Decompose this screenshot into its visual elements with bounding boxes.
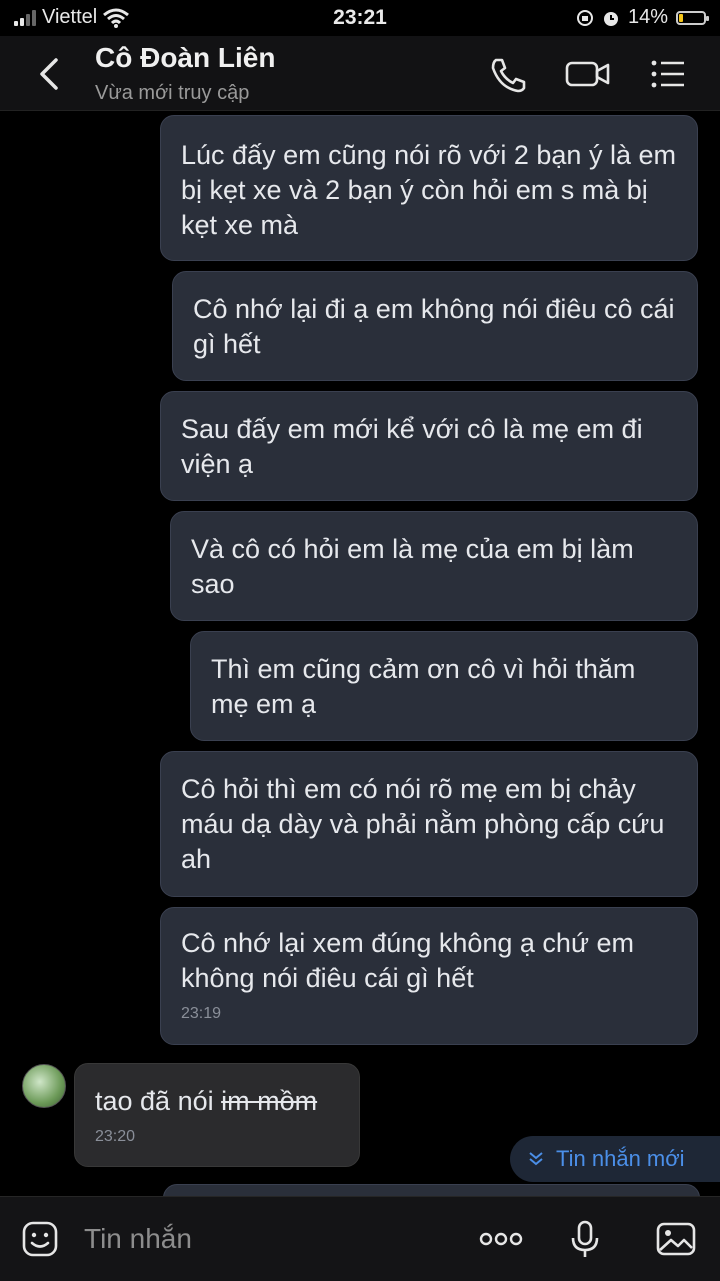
message-text: Sau đấy em mới kể với cô là mẹ em đi việ… xyxy=(181,414,643,479)
more-icon[interactable] xyxy=(478,1219,524,1259)
new-message-label: Tin nhắn mới xyxy=(556,1146,685,1171)
message-input[interactable]: Tin nhắn xyxy=(84,1223,192,1255)
message-bubble[interactable]: Lúc đấy em cũng nói rõ với 2 bạn ý là em… xyxy=(160,115,698,261)
chevron-double-down-icon xyxy=(529,1152,543,1166)
message-text: Thì em cũng cảm ơn cô vì hỏi thăm mẹ em … xyxy=(211,654,636,719)
message-bubble[interactable]: Cô hỏi thì em có nói rõ mẹ em bị chảy má… xyxy=(160,751,698,897)
contact-avatar[interactable] xyxy=(22,1064,66,1108)
contact-status: Vừa mới truy cập xyxy=(95,82,250,104)
message-composer: Tin nhắn xyxy=(0,1196,720,1281)
message-list[interactable]: Lúc đấy em cũng nói rõ với 2 bạn ý là em… xyxy=(0,111,720,1196)
status-right: 14% xyxy=(576,6,709,29)
status-bar: Viettel 23:21 14% xyxy=(0,0,720,36)
phone-icon[interactable] xyxy=(486,54,530,94)
microphone-icon[interactable] xyxy=(565,1219,605,1259)
video-call-icon[interactable] xyxy=(564,54,612,94)
message-bubble[interactable]: Và cô có hỏi em là mẹ của em bị làm sao xyxy=(170,511,698,621)
message-text: tao đã nói im mồm xyxy=(95,1086,318,1116)
chat-header: Cô Đoàn Liên Vừa mới truy cập xyxy=(0,36,720,111)
back-icon[interactable] xyxy=(30,54,70,94)
struck-text: im mồm xyxy=(221,1086,318,1116)
message-text: Cô nhớ lại xem đúng không ạ chứ em không… xyxy=(181,928,635,993)
message-time: 23:19 xyxy=(181,1005,222,1022)
message-text: Và cô có hỏi em là mẹ của em bị làm sao xyxy=(191,534,634,599)
message-bubble[interactable]: Sau đấy em mới kể với cô là mẹ em đi việ… xyxy=(160,391,698,501)
image-icon[interactable] xyxy=(654,1219,698,1259)
message-text: Cô nhớ lại đi ạ em không nói điêu cô cái… xyxy=(193,294,675,359)
sticker-icon[interactable] xyxy=(20,1219,60,1259)
message-text: Cô hỏi thì em có nói rõ mẹ em bị chảy má… xyxy=(181,774,665,874)
menu-icon[interactable] xyxy=(646,54,690,94)
message-time: 23:20 xyxy=(95,1128,136,1145)
battery-percent: 14% xyxy=(627,6,668,28)
message-bubble-partial[interactable] xyxy=(163,1184,700,1196)
message-bubble[interactable]: Cô nhớ lại đi ạ em không nói điêu cô cái… xyxy=(172,271,698,381)
message-text: Lúc đấy em cũng nói rõ với 2 bạn ý là em… xyxy=(181,140,676,240)
alarm-icon xyxy=(603,11,618,26)
incoming-message-bubble[interactable]: tao đã nói im mồm 23:20 xyxy=(74,1063,360,1167)
orientation-lock-icon xyxy=(576,9,593,26)
contact-name[interactable]: Cô Đoàn Liên xyxy=(95,42,275,74)
new-message-button[interactable]: Tin nhắn mới xyxy=(510,1136,720,1182)
message-bubble[interactable]: Cô nhớ lại xem đúng không ạ chứ em không… xyxy=(160,907,698,1045)
message-bubble[interactable]: Thì em cũng cảm ơn cô vì hỏi thăm mẹ em … xyxy=(190,631,698,741)
battery-icon xyxy=(676,10,709,25)
